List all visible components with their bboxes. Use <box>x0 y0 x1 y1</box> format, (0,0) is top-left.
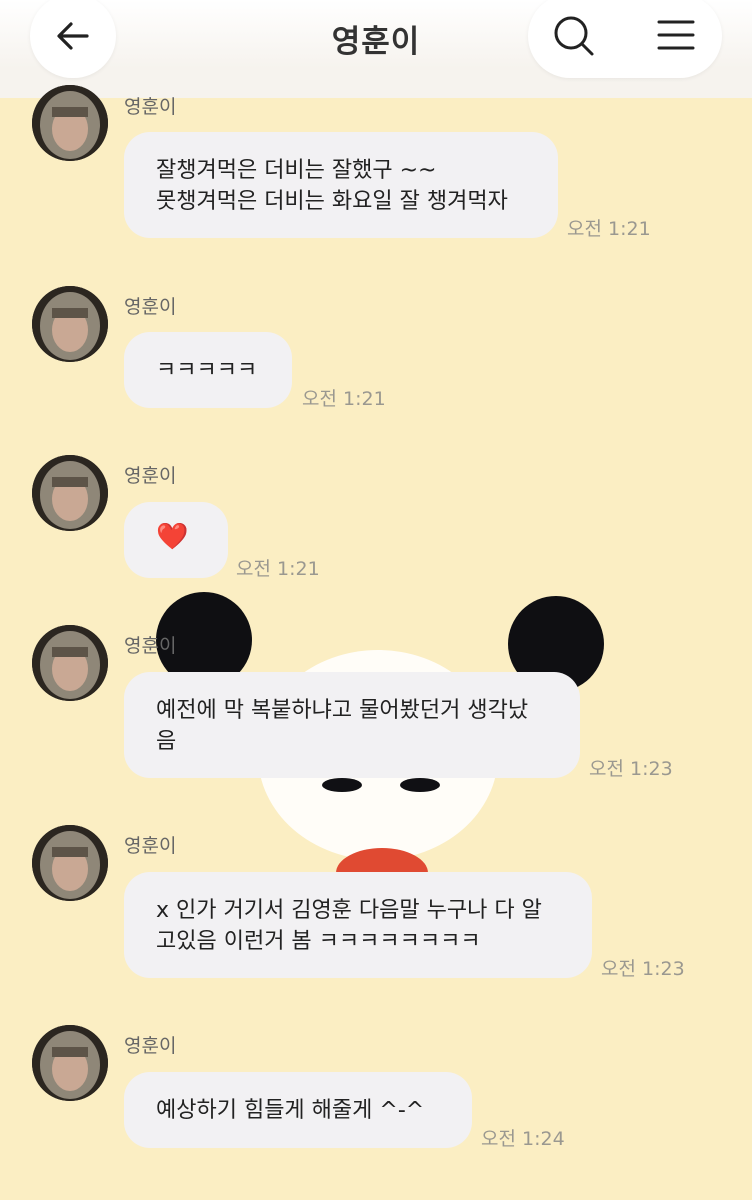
avatar[interactable] <box>32 825 108 901</box>
panda-eye-left <box>322 778 362 792</box>
panda-eye-right <box>400 778 440 792</box>
message-text: ㅋㅋㅋㅋㅋ <box>156 358 258 383</box>
message-time: 오전 1:23 <box>589 758 673 780</box>
message-time: 오전 1:24 <box>481 1128 565 1150</box>
message-time: 오전 1:21 <box>302 388 386 410</box>
sender-name: 영훈이 <box>124 835 177 857</box>
message-text: x 인가 거기서 김영훈 다음말 누구나 다 알 고있음 이런거 봄 ㅋㅋㅋㅋㅋ… <box>156 898 542 954</box>
message-bubble[interactable]: 예상하기 힘들게 해줄게 ^-^ <box>124 1072 472 1148</box>
heart-emoji: ❤️ <box>156 522 189 552</box>
sender-name: 영훈이 <box>124 1035 177 1057</box>
message-text: 잘챙겨먹은 더비는 잘했구 ~~ 못챙겨먹은 더비는 화요일 잘 챙겨먹자 <box>156 158 508 214</box>
avatar[interactable] <box>32 625 108 701</box>
message-bubble[interactable]: ❤️ <box>124 502 228 578</box>
message-text: 예상하기 힘들게 해줄게 ^-^ <box>156 1098 425 1123</box>
avatar[interactable] <box>32 1025 108 1101</box>
sender-name: 영훈이 <box>124 465 177 487</box>
sender-name: 영훈이 <box>124 635 177 657</box>
chat-header: 영훈이 <box>0 0 752 98</box>
message-time: 오전 1:21 <box>236 558 320 580</box>
avatar[interactable] <box>32 455 108 531</box>
header-actions <box>528 0 722 78</box>
sender-name: 영훈이 <box>124 296 177 318</box>
message-bubble[interactable]: 잘챙겨먹은 더비는 잘했구 ~~ 못챙겨먹은 더비는 화요일 잘 챙겨먹자 <box>124 132 558 238</box>
search-icon[interactable] <box>552 14 596 58</box>
hamburger-menu-icon[interactable] <box>656 18 696 52</box>
sender-name: 영훈이 <box>124 96 177 118</box>
avatar[interactable] <box>32 85 108 161</box>
message-text: 예전에 막 복붙하냐고 물어봤던거 생각났 음 <box>156 698 529 754</box>
message-time: 오전 1:23 <box>601 958 685 980</box>
message-time: 오전 1:21 <box>567 218 651 240</box>
message-bubble[interactable]: x 인가 거기서 김영훈 다음말 누구나 다 알 고있음 이런거 봄 ㅋㅋㅋㅋㅋ… <box>124 872 592 978</box>
message-bubble[interactable]: 예전에 막 복붙하냐고 물어봤던거 생각났 음 <box>124 672 580 778</box>
message-bubble[interactable]: ㅋㅋㅋㅋㅋ <box>124 332 292 408</box>
avatar[interactable] <box>32 286 108 362</box>
